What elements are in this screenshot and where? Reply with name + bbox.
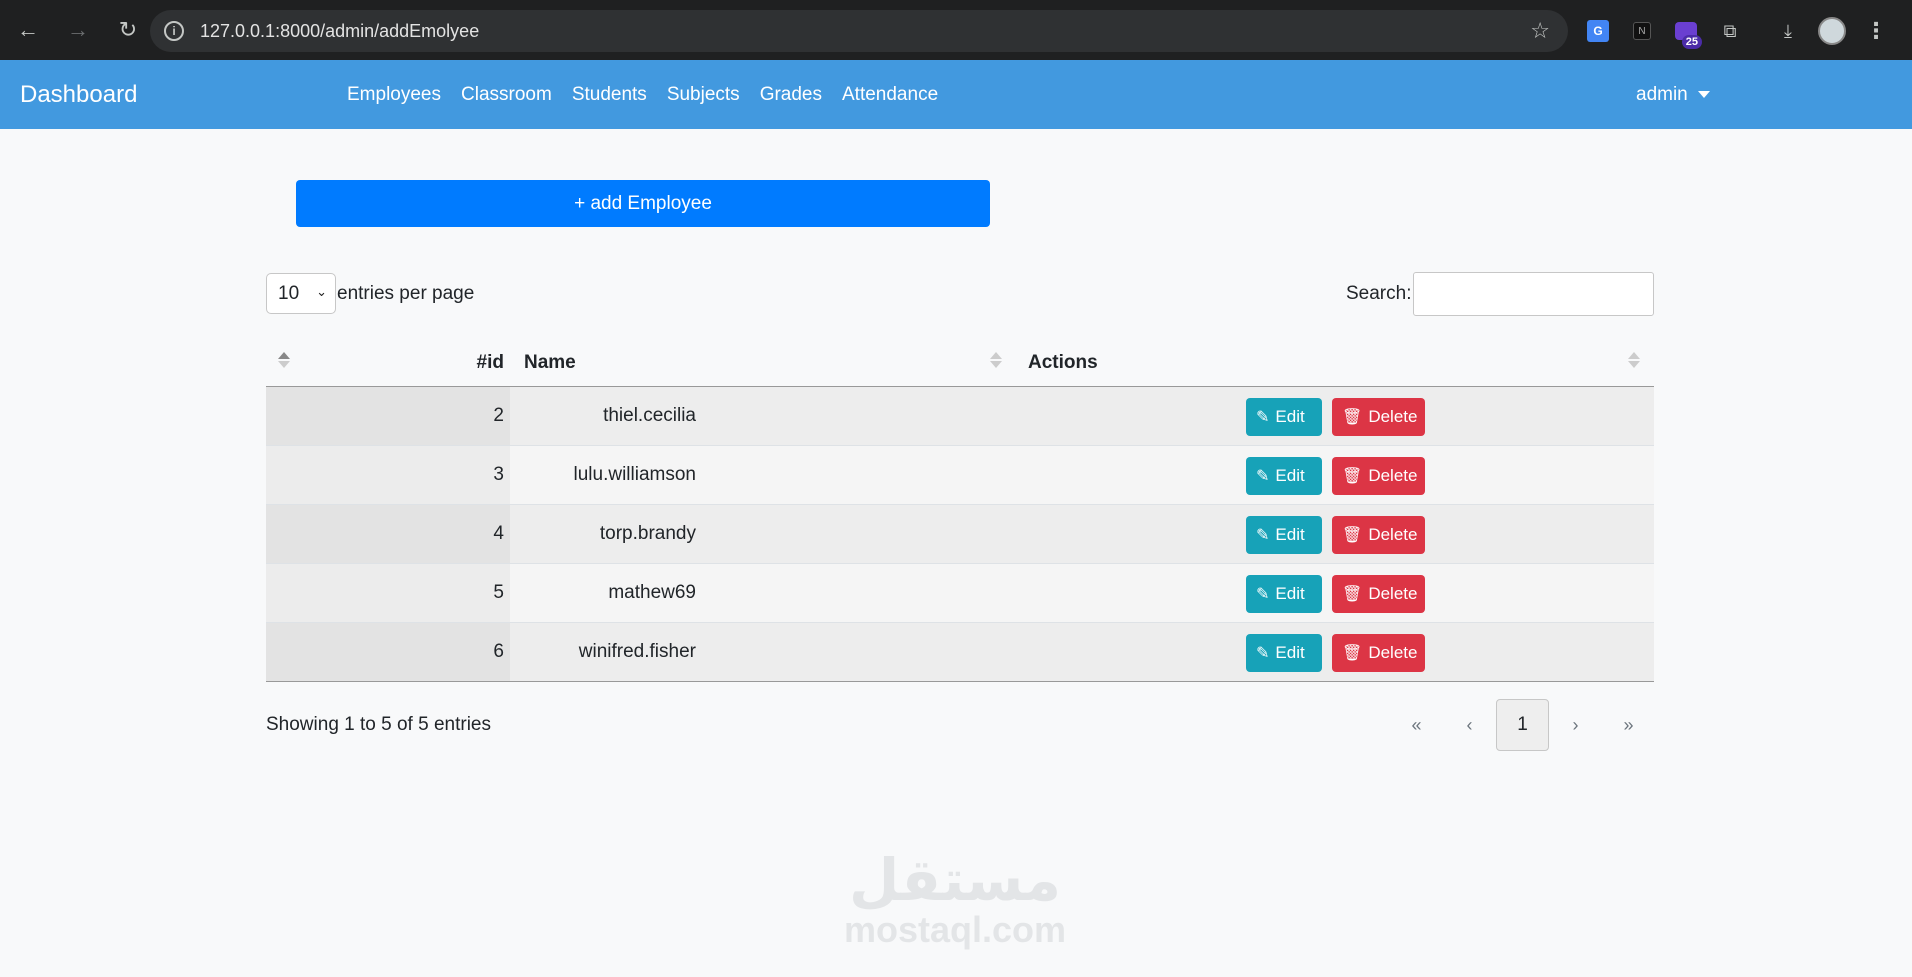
badge-extension-icon[interactable]: 25 [1668,13,1704,49]
extensions-puzzle-icon[interactable]: ⧉ [1712,13,1748,49]
pagination: « ‹ 1 › » [1390,699,1655,751]
extension-badge: 25 [1681,35,1702,49]
nav-links: Employees Classroom Students Subjects Gr… [347,60,938,129]
sort-arrows-icon[interactable] [1628,352,1640,372]
cell-name: mathew69 [608,582,697,603]
column-header-name[interactable]: Name [524,338,576,387]
column-header-actions[interactable]: Actions [1028,338,1098,387]
edit-button[interactable]: ✎ Edit [1246,516,1322,554]
profile-avatar[interactable] [1814,13,1850,49]
browser-toolbar: ← → ↻ i 127.0.0.1:8000/admin/addEmolyee … [0,0,1912,60]
cell-name: winifred.fisher [578,641,696,662]
nav-link-grades[interactable]: Grades [760,84,822,106]
prev-page-button[interactable]: ‹ [1443,699,1496,751]
caret-down-icon [1697,91,1710,98]
site-info-icon[interactable]: i [164,21,184,41]
table-row: 2 thiel.cecilia ✎ Edit 🗑 Delete [266,387,1654,446]
reload-icon[interactable]: ↻ [106,8,150,52]
address-bar[interactable]: i 127.0.0.1:8000/admin/addEmolyee ☆ [150,10,1568,52]
sort-arrows-icon[interactable] [990,352,1002,372]
cell-name: torp.brandy [599,523,696,544]
per-page-select[interactable]: 10 ⌄ [266,273,336,314]
per-page-value: 10 [278,282,300,304]
translate-extension-icon[interactable]: G [1580,13,1616,49]
table-row: 6 winifred.fisher ✎ Edit 🗑 Delete [266,623,1654,682]
table-row: 4 torp.brandy ✎ Edit 🗑 Delete [266,505,1654,564]
trash-icon: 🗑 [1342,468,1363,485]
first-page-button[interactable]: « [1390,699,1443,751]
edit-button[interactable]: ✎ Edit [1246,575,1322,613]
forward-icon[interactable]: → [56,8,100,52]
url-text[interactable]: 127.0.0.1:8000/admin/addEmolyee [200,21,479,42]
edit-icon: ✎ [1256,409,1270,426]
employees-table: #id Name Actions 2 thiel.cecilia ✎ Edit 🗑… [266,338,1654,682]
cell-id: 6 [493,641,504,662]
search-input[interactable] [1413,272,1654,316]
delete-button[interactable]: 🗑 Delete [1332,634,1425,672]
column-header-id[interactable]: #id [477,338,504,387]
edit-button[interactable]: ✎ Edit [1246,457,1322,495]
nav-link-attendance[interactable]: Attendance [842,84,938,106]
download-icon[interactable]: ⤓ [1770,13,1806,49]
edit-button[interactable]: ✎ Edit [1246,634,1322,672]
edit-icon: ✎ [1256,586,1270,603]
trash-icon: 🗑 [1342,527,1363,544]
cell-name: thiel.cecilia [603,405,696,426]
delete-button[interactable]: 🗑 Delete [1332,575,1425,613]
next-page-button[interactable]: › [1549,699,1602,751]
brand-link[interactable]: Dashboard [20,81,137,109]
user-dropdown[interactable]: admin [1636,60,1710,129]
extensions-area: G N 25 ⧉ ⤓ ⋮ [1580,10,1894,52]
last-page-button[interactable]: » [1602,699,1655,751]
nav-link-classroom[interactable]: Classroom [461,84,552,106]
page-1-button[interactable]: 1 [1496,699,1549,751]
menu-dots-icon[interactable]: ⋮ [1858,13,1894,49]
watermark-logo: مستقل mostaql.com [840,850,1070,950]
table-info: Showing 1 to 5 of 5 entries [266,714,491,735]
trash-icon: 🗑 [1342,645,1363,662]
edit-icon: ✎ [1256,527,1270,544]
app-navbar: Dashboard Employees Classroom Students S… [0,60,1912,129]
nav-link-employees[interactable]: Employees [347,84,441,106]
search-label: Search: [1346,283,1412,304]
table-row: 3 lulu.williamson ✎ Edit 🗑 Delete [266,446,1654,505]
trash-icon: 🗑 [1342,409,1363,426]
n-extension-icon[interactable]: N [1624,13,1660,49]
delete-button[interactable]: 🗑 Delete [1332,516,1425,554]
table-row: 5 mathew69 ✎ Edit 🗑 Delete [266,564,1654,623]
delete-button[interactable]: 🗑 Delete [1332,398,1425,436]
cell-id: 5 [493,582,504,603]
cell-id: 2 [493,405,504,426]
cell-id: 4 [493,523,504,544]
trash-icon: 🗑 [1342,586,1363,603]
sort-arrows-icon[interactable] [278,352,290,372]
back-icon[interactable]: ← [6,8,50,52]
nav-link-subjects[interactable]: Subjects [667,84,740,106]
add-employee-button[interactable]: + add Employee [296,180,990,227]
user-name: admin [1636,83,1688,105]
edit-icon: ✎ [1256,468,1270,485]
nav-link-students[interactable]: Students [572,84,647,106]
edit-button[interactable]: ✎ Edit [1246,398,1322,436]
delete-button[interactable]: 🗑 Delete [1332,457,1425,495]
watermark-arabic: مستقل [848,846,1062,914]
watermark-latin: mostaql.com [843,909,1067,950]
table-header: #id Name Actions [266,338,1654,387]
chevron-down-icon: ⌄ [316,284,327,299]
cell-name: lulu.williamson [573,464,697,485]
per-page-label: entries per page [337,283,475,304]
edit-icon: ✎ [1256,645,1270,662]
cell-id: 3 [493,464,504,485]
bookmark-star-icon[interactable]: ☆ [1530,18,1550,44]
